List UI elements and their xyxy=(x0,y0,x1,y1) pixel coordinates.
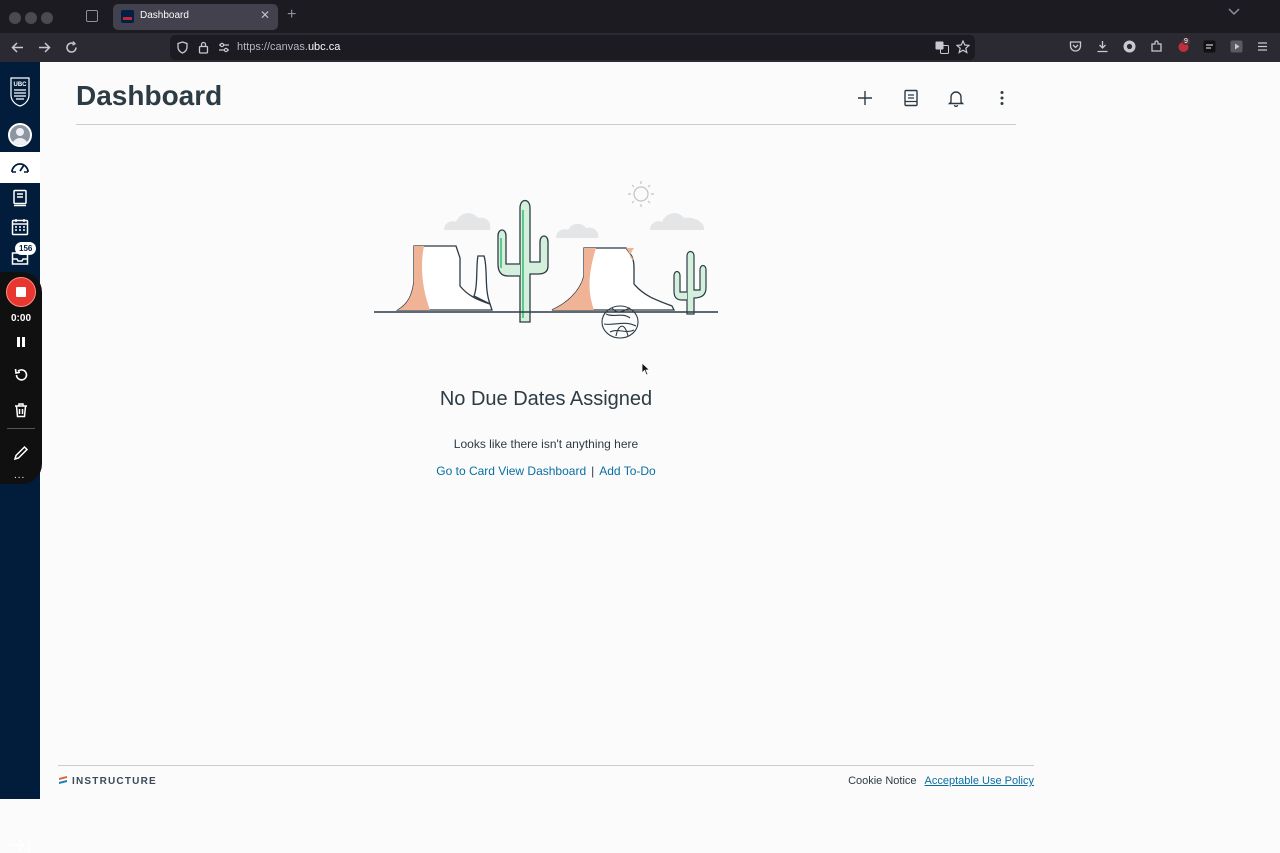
window-close-dot[interactable] xyxy=(9,12,21,24)
empty-state-subtitle: Looks like there isn't anything here xyxy=(453,437,639,451)
reader-icon[interactable] xyxy=(1203,40,1216,53)
desert-empty-state-illustration xyxy=(374,181,718,339)
hamburger-menu-icon[interactable] xyxy=(1256,40,1269,53)
lock-icon[interactable] xyxy=(198,41,209,54)
recorder-divider xyxy=(7,428,35,429)
mouse-cursor-icon xyxy=(641,362,651,376)
window-zoom-dot[interactable] xyxy=(41,12,53,24)
downloads-icon[interactable] xyxy=(1096,40,1109,53)
cloud-left xyxy=(444,213,491,230)
browser-tab-dashboard[interactable]: Dashboard ✕ xyxy=(113,4,278,30)
pause-icon[interactable] xyxy=(13,334,29,350)
window-minimize-dot[interactable] xyxy=(25,12,37,24)
header-divider xyxy=(76,124,1016,125)
dashboard-gauge-icon xyxy=(11,163,29,173)
back-arrow-icon[interactable] xyxy=(11,42,24,53)
add-todo-link[interactable]: Add To-Do xyxy=(599,464,655,478)
ubc-logo-icon[interactable]: UBC xyxy=(10,77,30,107)
pocket-icon[interactable] xyxy=(1069,40,1082,53)
restart-icon[interactable] xyxy=(13,367,29,383)
page-title: Dashboard xyxy=(76,80,223,111)
cloud-right xyxy=(650,213,705,230)
account-avatar[interactable] xyxy=(8,123,32,147)
ubc-favicon-icon xyxy=(121,10,134,23)
shield-icon[interactable] xyxy=(177,41,188,54)
link-separator: | xyxy=(591,464,595,478)
empty-state-title: No Due Dates Assigned xyxy=(439,388,653,410)
play-extension-icon[interactable] xyxy=(1230,40,1243,53)
notifications-bell-icon[interactable] xyxy=(947,89,965,107)
tumbleweed-icon xyxy=(601,305,639,339)
footer-divider xyxy=(58,765,1034,766)
tab-list-chevron-icon[interactable] xyxy=(1228,8,1240,16)
sun-icon xyxy=(628,181,654,207)
forward-arrow-icon[interactable] xyxy=(38,42,51,53)
acceptable-use-policy-link[interactable]: Acceptable Use Policy xyxy=(925,775,1034,787)
new-tab-button[interactable]: + xyxy=(287,6,296,24)
nav-dashboard-active[interactable] xyxy=(0,152,40,183)
cloud-middle xyxy=(556,223,599,238)
permissions-icon[interactable] xyxy=(218,42,230,53)
add-plus-icon[interactable] xyxy=(856,89,874,107)
calendar-icon[interactable] xyxy=(11,218,29,236)
recording-timer: 0:00 xyxy=(10,313,31,324)
grades-icon[interactable] xyxy=(902,89,920,107)
tab-close-button[interactable]: ✕ xyxy=(260,8,270,22)
url-text: https://canvas.ubc.ca xyxy=(237,41,341,53)
account-icon[interactable] xyxy=(1123,40,1136,53)
footer-links: Cookie Notice Acceptable Use Policy xyxy=(848,775,1034,787)
bookmark-star-icon[interactable] xyxy=(956,40,970,54)
card-view-dashboard-link[interactable]: Go to Card View Dashboard xyxy=(436,464,586,478)
instructure-wordmark: INSTRUCTURE xyxy=(72,776,157,787)
instructure-mark-icon xyxy=(59,776,67,784)
cookie-notice-link[interactable]: Cookie Notice xyxy=(848,775,916,787)
tab-title: Dashboard xyxy=(140,10,189,21)
courses-book-icon[interactable] xyxy=(11,189,29,207)
inbox-unread-badge: 156 xyxy=(15,242,37,255)
collapse-nav-icon[interactable] xyxy=(9,837,31,853)
instructure-logo[interactable]: INSTRUCTURE xyxy=(58,775,157,787)
extensions-puzzle-icon[interactable] xyxy=(1150,40,1163,53)
url-bar[interactable]: https://canvas.ubc.ca xyxy=(170,35,975,60)
extension-badge: 9 xyxy=(1182,38,1190,45)
empty-state-links: Go to Card View Dashboard | Add To-Do xyxy=(0,464,1092,478)
browser-nav-bar: https://canvas.ubc.ca 9 xyxy=(0,33,1280,62)
screen-recorder-toolbar: 0:00 ... xyxy=(0,272,42,484)
more-options-icon[interactable] xyxy=(993,89,1011,107)
browser-tab-bar: Dashboard ✕ + xyxy=(0,0,1280,33)
translate-icon[interactable] xyxy=(935,41,949,54)
tab-groups-icon[interactable] xyxy=(86,10,98,22)
svg-text:UBC: UBC xyxy=(14,82,28,88)
reload-icon[interactable] xyxy=(65,41,78,54)
stop-recording-button[interactable] xyxy=(6,277,36,307)
